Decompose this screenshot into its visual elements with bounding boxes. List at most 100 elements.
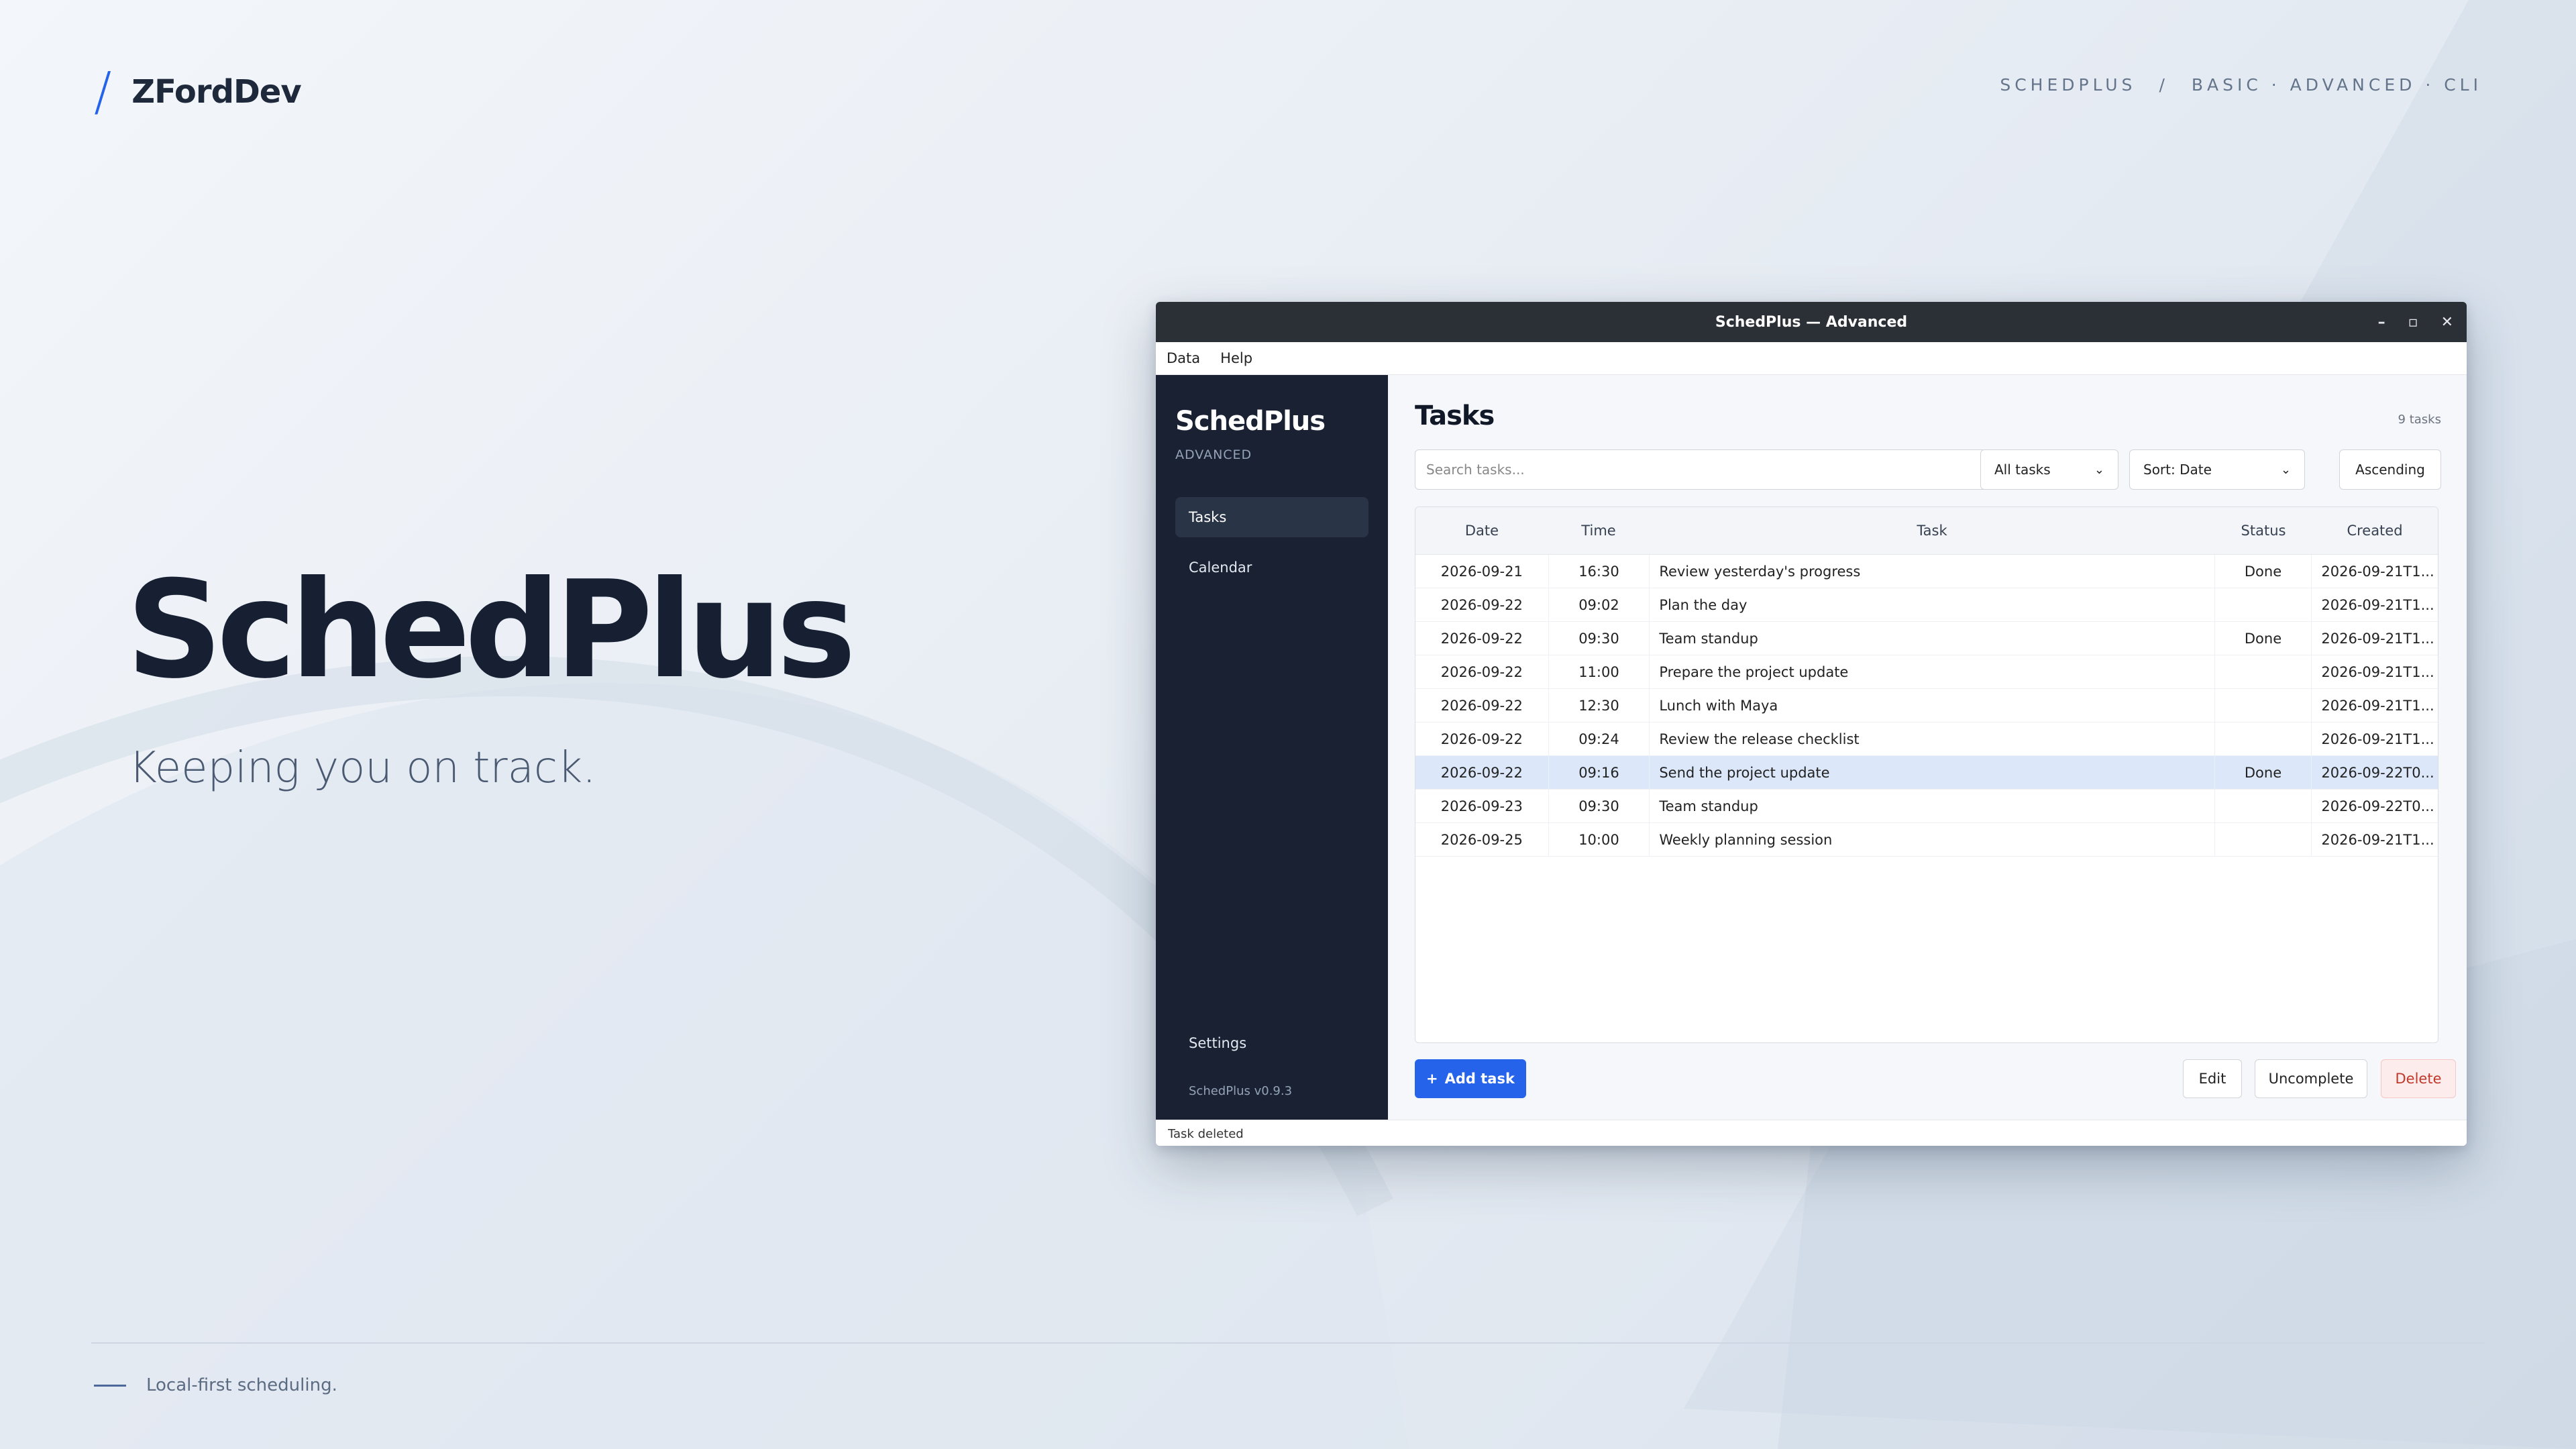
hero-title: SchedPlus [126,552,856,708]
footer-dash-icon [94,1384,126,1387]
chevron-down-icon: ⌄ [2094,462,2104,477]
cell-date: 2026-09-22 [1415,622,1549,655]
top-nav: SCHEDPLUS / BASIC · ADVANCED · CLI [2000,75,2482,95]
cell-task: Review the release checklist [1650,722,2215,755]
page-title: Tasks [1415,400,1495,431]
cell-created: 2026-09-21T1... [2321,630,2434,647]
menu-bar: Data Help [1156,342,2467,375]
cell-time: 16:30 [1549,555,1650,588]
cell-date: 2026-09-22 [1415,588,1549,621]
cell-date: 2026-09-23 [1415,790,1549,822]
cell-time: 12:30 [1549,689,1650,722]
sort-select-value: Sort: Date [2143,462,2212,478]
sidebar-item-settings[interactable]: Settings [1189,1035,1246,1051]
cell-created: 2026-09-21T1... [2321,596,2434,613]
table-body: 2026-09-21 16:30 Review yesterday's prog… [1415,555,2438,857]
footer-text: Local-first scheduling. [146,1375,337,1395]
cell-created: 2026-09-22T0... [2321,798,2434,814]
table-row[interactable]: 2026-09-22 09:24 Review the release chec… [1415,722,2438,756]
column-header-date[interactable]: Date [1415,507,1548,554]
sidebar: SchedPlus ADVANCED Tasks Calendar Settin… [1156,375,1388,1120]
brand[interactable]: / ZFordDev [94,62,302,122]
sidebar-subtitle: ADVANCED [1175,447,1252,462]
sidebar-item-label: Calendar [1189,559,1252,576]
table-row[interactable]: 2026-09-22 12:30 Lunch with Maya 2026-09… [1415,689,2438,722]
filter-select[interactable]: All tasks ⌄ [1980,449,2118,490]
cell-time: 10:00 [1549,823,1650,856]
cell-task: Plan the day [1650,588,2215,621]
cell-status [2215,689,2312,722]
cell-status [2215,722,2312,755]
title-bar[interactable]: SchedPlus — Advanced – ▫ ✕ [1156,302,2467,342]
table-row[interactable]: 2026-09-23 09:30 Team standup 2026-09-22… [1415,790,2438,823]
plus-icon: + [1426,1071,1438,1087]
table-row[interactable]: 2026-09-21 16:30 Review yesterday's prog… [1415,555,2438,588]
cell-status [2215,655,2312,688]
main-panel: Tasks 9 tasks All tasks ⌄ Sort: Date ⌄ A… [1388,375,2467,1120]
window-title: SchedPlus — Advanced [1715,313,1908,331]
window-controls: – ▫ ✕ [2378,302,2453,342]
cell-date: 2026-09-25 [1415,823,1549,856]
cell-task: Prepare the project update [1650,655,2215,688]
chevron-down-icon: ⌄ [2280,462,2291,477]
cell-task: Lunch with Maya [1650,689,2215,722]
window-body: SchedPlus ADVANCED Tasks Calendar Settin… [1156,375,2467,1120]
sidebar-item-calendar[interactable]: Calendar [1175,547,1368,588]
cell-created: 2026-09-21T1... [2321,731,2434,747]
delete-button[interactable]: Delete [2381,1059,2456,1098]
column-header-time[interactable]: Time [1548,507,1649,554]
table-row[interactable]: 2026-09-22 09:30 Team standup Done 2026-… [1415,622,2438,655]
nav-product[interactable]: SCHEDPLUS [2000,75,2136,95]
sort-order-button[interactable]: Ascending [2339,449,2441,490]
nav-editions[interactable]: BASIC · ADVANCED · CLI [2192,75,2482,95]
menu-help[interactable]: Help [1220,350,1252,366]
sidebar-item-tasks[interactable]: Tasks [1175,497,1368,537]
cell-status: Done [2215,756,2312,789]
column-header-created[interactable]: Created [2312,507,2438,554]
maximize-icon[interactable]: ▫ [2408,314,2418,331]
cell-task: Team standup [1650,622,2215,655]
close-icon[interactable]: ✕ [2441,314,2453,331]
cell-date: 2026-09-22 [1415,722,1549,755]
cell-created: 2026-09-21T1... [2321,697,2434,714]
cell-time: 11:00 [1549,655,1650,688]
uncomplete-button[interactable]: Uncomplete [2255,1059,2367,1098]
column-header-task[interactable]: Task [1649,507,2215,554]
hero-subtitle: Keeping you on track. [129,743,596,793]
sidebar-item-label: Tasks [1189,509,1227,525]
minimize-icon[interactable]: – [2378,314,2385,331]
status-text: Task deleted [1168,1126,1244,1141]
cell-status [2215,588,2312,621]
footer-divider [91,1342,2485,1344]
cell-status: Done [2215,622,2312,655]
table-header: Date Time Task Status Created [1415,507,2438,555]
cell-created: 2026-09-21T1... [2321,831,2434,848]
cell-created: 2026-09-22T0... [2321,764,2434,781]
cell-task: Team standup [1650,790,2215,822]
nav-separator: / [2159,75,2169,95]
cell-time: 09:30 [1549,790,1650,822]
status-bar: Task deleted [1156,1120,2467,1146]
cell-created: 2026-09-21T1... [2321,563,2434,580]
column-header-status[interactable]: Status [2215,507,2312,554]
cell-created: 2026-09-21T1... [2321,663,2434,680]
cell-task: Weekly planning session [1650,823,2215,856]
table-row[interactable]: 2026-09-22 11:00 Prepare the project upd… [1415,655,2438,689]
edit-button[interactable]: Edit [2183,1059,2242,1098]
cell-time: 09:30 [1549,622,1650,655]
menu-data[interactable]: Data [1167,350,1200,366]
cell-date: 2026-09-22 [1415,655,1549,688]
add-task-label: Add task [1444,1071,1515,1087]
sort-select[interactable]: Sort: Date ⌄ [2129,449,2305,490]
cell-date: 2026-09-22 [1415,756,1549,789]
table-row-selected[interactable]: 2026-09-22 09:16 Send the project update… [1415,756,2438,790]
add-task-button[interactable]: + Add task [1415,1059,1526,1098]
tasks-table: Date Time Task Status Created 2026-09-21… [1415,506,2438,1043]
cell-time: 09:02 [1549,588,1650,621]
cell-task: Review yesterday's progress [1650,555,2215,588]
brand-slash-icon: / [94,62,112,122]
cell-date: 2026-09-21 [1415,555,1549,588]
table-row[interactable]: 2026-09-25 10:00 Weekly planning session… [1415,823,2438,857]
search-input[interactable] [1415,449,1996,490]
table-row[interactable]: 2026-09-22 09:02 Plan the day 2026-09-21… [1415,588,2438,622]
